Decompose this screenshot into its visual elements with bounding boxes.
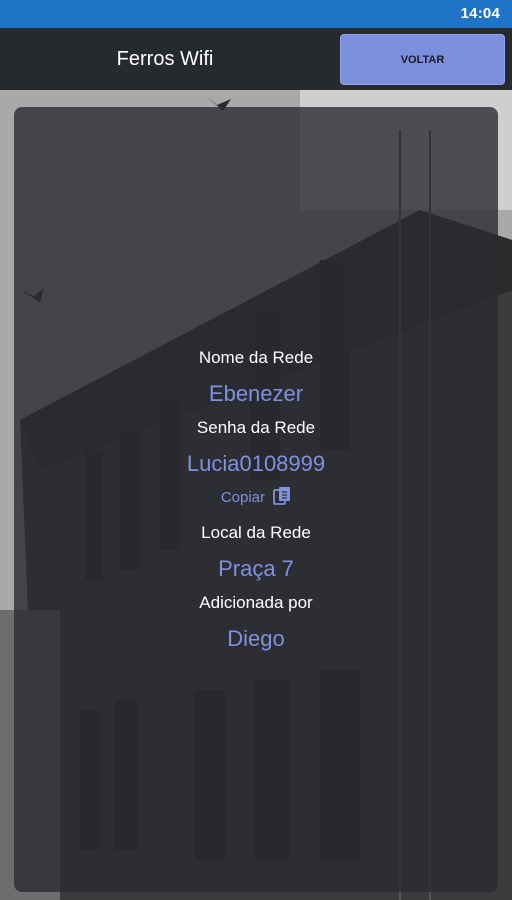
- status-time: 14:04: [460, 5, 500, 22]
- network-location-value: Praça 7: [218, 556, 294, 581]
- network-info-card: Nome da Rede Ebenezer Senha da Rede Luci…: [14, 107, 498, 892]
- app-title: Ferros Wifi: [116, 48, 214, 70]
- back-button[interactable]: VOLTAR: [340, 34, 505, 85]
- copy-label: Copiar: [220, 489, 265, 506]
- network-name-label: Nome da Rede: [198, 348, 314, 367]
- network-location-label: Local da Rede: [201, 523, 311, 542]
- copy-icon: [273, 486, 291, 510]
- network-password-value: Lucia0108999: [186, 451, 326, 476]
- copy-password-button[interactable]: Copiar: [14, 486, 498, 510]
- added-by-label: Adicionada por: [199, 593, 313, 612]
- network-password-label: Senha da Rede: [196, 418, 316, 437]
- network-name-value: Ebenezer: [208, 381, 304, 406]
- status-bar: 14:04: [0, 0, 512, 28]
- added-by-value: Diego: [227, 626, 285, 651]
- app-bar: Ferros Wifi VOLTAR: [0, 28, 512, 90]
